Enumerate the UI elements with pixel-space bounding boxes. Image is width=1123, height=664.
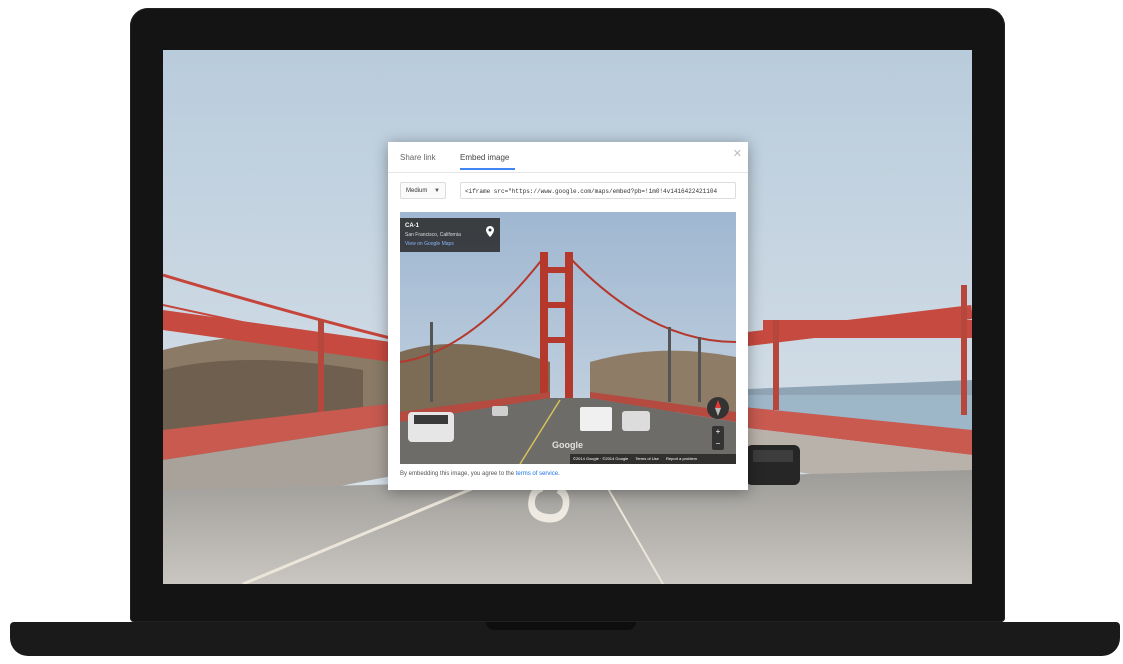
map-attribution-bar: ©2014 Google · ©2014 Google Terms of Use… [570, 454, 736, 464]
google-logo: Google [552, 440, 583, 450]
dialog-tabs: Share link Embed image ✕ [388, 142, 748, 173]
chevron-down-icon: ▼ [434, 188, 440, 194]
disclaimer-suffix: . [558, 471, 560, 477]
attribution-copyright: ©2014 Google · ©2014 Google [573, 456, 629, 461]
share-embed-dialog: Share link Embed image ✕ Medium ▼ <ifram… [388, 142, 748, 490]
tab-share-link[interactable]: Share link [400, 153, 436, 162]
laptop-screen: CA-1 Share link Embed image ✕ Medium ▼ <… [163, 50, 972, 584]
disclaimer-text: By embedding this image, you agree to th… [400, 471, 516, 477]
terms-of-use-link[interactable]: Terms of Use [635, 456, 659, 461]
embed-disclaimer: By embedding this image, you agree to th… [400, 471, 560, 477]
zoom-control: + − [712, 426, 724, 450]
zoom-out-button[interactable]: − [712, 438, 724, 450]
place-info-card: CA-1 San Francisco, California View on G… [400, 218, 500, 252]
size-select-value: Medium [406, 187, 428, 194]
zoom-in-button[interactable]: + [712, 426, 724, 438]
embed-preview[interactable]: CA-1 San Francisco, California View on G… [400, 212, 736, 464]
place-title: CA-1 [405, 223, 420, 229]
close-icon[interactable]: ✕ [733, 147, 742, 160]
laptop-base-notch [486, 622, 636, 630]
view-on-maps-link[interactable]: View on Google Maps [405, 241, 454, 247]
size-select[interactable]: Medium ▼ [400, 182, 446, 199]
terms-of-service-link[interactable]: terms of service [516, 471, 558, 477]
embed-code-field[interactable]: <iframe src="https://www.google.com/maps… [460, 182, 736, 199]
map-pin-icon[interactable] [486, 226, 494, 237]
active-tab-indicator [460, 168, 515, 170]
compass-needle-icon [715, 400, 721, 416]
report-problem-link[interactable]: Report a problem [666, 456, 697, 461]
place-subtitle: San Francisco, California [405, 232, 461, 238]
tab-embed-image[interactable]: Embed image [460, 153, 509, 162]
compass-icon[interactable] [707, 397, 729, 419]
